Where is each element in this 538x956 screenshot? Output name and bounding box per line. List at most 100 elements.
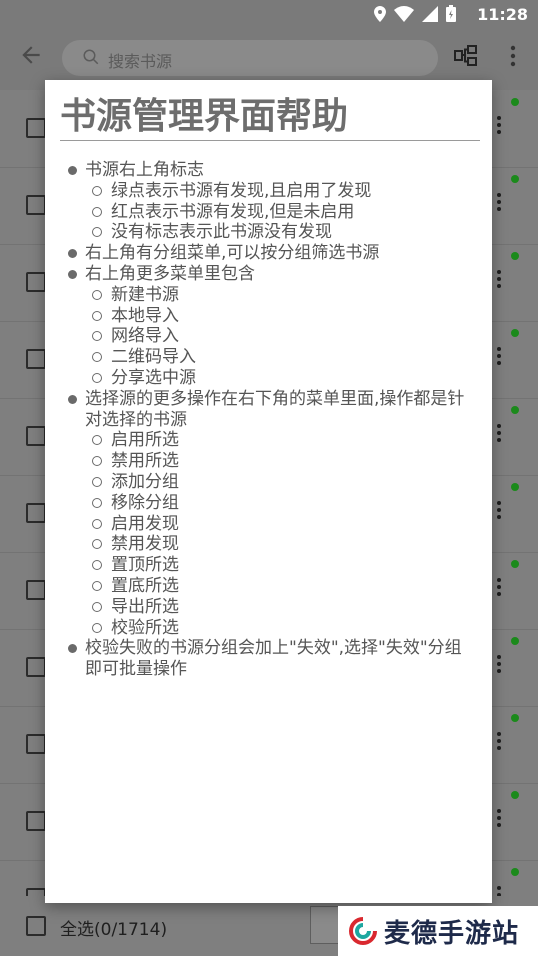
circle-bullet-icon [92,601,102,612]
circle-bullet-icon [92,352,102,363]
help-subitem: 二维码导入 [65,347,475,368]
help-item-text: 选择源的更多操作在右下角的菜单里面,操作都是针对选择的书源 [85,388,465,430]
circle-bullet-icon [92,331,102,342]
circle-bullet-icon [92,456,102,467]
discovery-dot [511,637,519,645]
help-item: 书源右上角标志 [65,160,475,181]
help-subitem-text: 启用所选 [111,430,179,451]
watermark-text: 麦德手游站 [384,919,520,949]
help-subitem-text: 校验所选 [111,617,179,638]
more-menu-button[interactable] [504,42,522,74]
help-item-text: 右上角更多菜单里包含 [85,263,255,284]
circle-bullet-icon [92,185,102,196]
help-subitem-text: 导出所选 [111,596,179,617]
group-filter-button[interactable] [452,42,480,74]
row-checkbox[interactable] [26,272,46,292]
discovery-dot [511,252,519,260]
help-sublist: 绿点表示书源有发现,且启用了发现 红点表示书源有发现,但是未启用 没有标志表示此书源… [65,181,475,243]
help-list: 书源右上角标志 绿点表示书源有发现,且启用了发现 红点表示书源有发现,但是未启用 没有… [65,160,475,680]
more-vert-icon[interactable] [496,653,502,677]
more-vert-icon[interactable] [496,268,502,292]
discovery-dot [511,406,519,414]
help-subitem-text: 置底所选 [111,575,179,596]
group-filter-icon [454,45,477,66]
help-item-text: 书源右上角标志 [85,160,204,180]
help-subitem-text: 置顶所选 [111,555,179,576]
help-subitem-text: 没有标志表示此书源没有发现 [111,222,332,243]
help-subitem-text: 启用发现 [111,513,179,534]
help-subitem: 校验所选 [65,618,475,639]
help-subitem: 禁用所选 [65,451,475,472]
help-subitem: 导出所选 [65,597,475,618]
circle-bullet-icon [92,518,102,529]
circle-bullet-icon [92,539,102,550]
arrow-left-icon [22,46,40,64]
signal-icon [422,5,438,22]
help-sublist: 启用所选 禁用所选 添加分组 移除分组 启用发现 禁用发现 置顶所选 置底所选 导出所选 校验所选 [65,430,475,638]
battery-icon [446,5,456,22]
help-subitem: 启用所选 [65,430,475,451]
select-all-checkbox[interactable] [26,916,46,936]
more-vert-icon[interactable] [496,807,502,831]
discovery-dot [511,483,519,491]
help-subitem-text: 二维码导入 [111,347,196,368]
more-vert-icon[interactable] [496,730,502,754]
help-item: 校验失败的书源分组会加上"失效",选择"失效"分组即可批量操作 [65,638,475,680]
discovery-dot [511,868,519,876]
select-all-label[interactable]: 全选(0/1714) [60,915,167,940]
help-subitem: 分享选中源 [65,368,475,389]
more-vert-icon[interactable] [496,422,502,446]
bullet-icon [68,644,77,654]
circle-bullet-icon [92,372,102,383]
circle-bullet-icon [92,476,102,487]
discovery-dot [511,98,519,106]
discovery-dot [511,791,519,799]
search-input[interactable]: 搜索书源 [62,40,438,76]
status-bar: 11:28 [0,0,538,28]
row-checkbox[interactable] [26,503,46,523]
discovery-dot [511,175,519,183]
row-checkbox[interactable] [26,426,46,446]
bullet-icon [68,166,77,175]
row-checkbox[interactable] [26,811,46,831]
help-subitem-text: 网络导入 [111,326,179,347]
dialog-title: 书源管理界面帮助 [60,94,480,141]
circle-bullet-icon [92,560,102,571]
more-vert-icon[interactable] [496,191,502,215]
help-item: 右上角更多菜单里包含 [65,264,475,285]
row-checkbox[interactable] [26,118,46,138]
circle-bullet-icon [92,227,102,238]
row-checkbox[interactable] [26,580,46,600]
more-vert-icon[interactable] [496,114,502,138]
help-subitem: 置底所选 [65,576,475,597]
help-subitem-text: 红点表示书源有发现,但是未启用 [111,201,355,222]
help-item-text: 右上角有分组菜单,可以按分组筛选书源 [85,243,380,264]
location-icon [374,5,386,22]
help-subitem: 添加分组 [65,472,475,493]
help-subitem-text: 添加分组 [111,471,179,492]
row-checkbox[interactable] [26,195,46,215]
discovery-dot [511,560,519,568]
help-subitem-text: 禁用所选 [111,451,179,472]
row-checkbox[interactable] [26,734,46,754]
circle-bullet-icon [92,435,102,446]
discovery-dot [511,329,519,337]
more-vert-icon[interactable] [496,576,502,600]
circle-bullet-icon [92,622,102,633]
help-subitem: 置顶所选 [65,555,475,576]
row-checkbox[interactable] [26,657,46,677]
help-subitem: 绿点表示书源有发现,且启用了发现 [65,181,475,202]
more-vert-icon[interactable] [496,345,502,369]
help-subitem: 启用发现 [65,514,475,535]
status-icons [374,5,456,22]
help-subitem: 禁用发现 [65,534,475,555]
back-button[interactable] [18,42,48,72]
circle-bullet-icon [92,289,102,300]
discovery-dot [511,714,519,722]
help-item-text: 校验失败的书源分组会加上"失效",选择"失效"分组即可批量操作 [85,638,462,680]
help-subitem-text: 分享选中源 [111,367,196,388]
search-placeholder: 搜索书源 [108,52,173,71]
row-checkbox[interactable] [26,349,46,369]
more-vert-icon[interactable] [496,499,502,523]
help-subitem-text: 新建书源 [111,284,179,305]
